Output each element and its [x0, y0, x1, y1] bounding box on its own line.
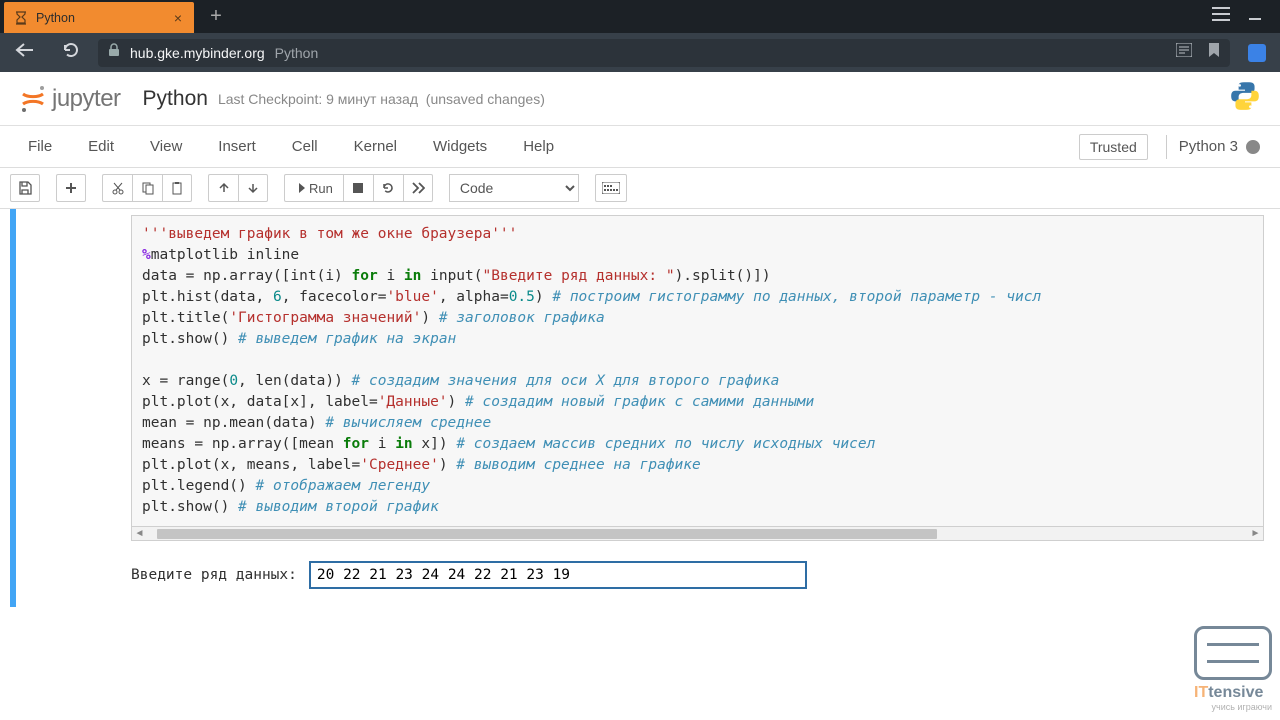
- restart-run-button[interactable]: [403, 174, 433, 202]
- url-field[interactable]: hub.gke.mybinder.orgPython: [98, 39, 1230, 67]
- paste-button[interactable]: [162, 174, 192, 202]
- scroll-left-icon[interactable]: ◄: [132, 527, 147, 541]
- code-editor[interactable]: '''выведем график в том же окне браузера…: [131, 215, 1264, 527]
- menu-edit[interactable]: Edit: [70, 130, 132, 163]
- browser-tab[interactable]: Python ×: [4, 2, 194, 33]
- lock-icon: [108, 43, 120, 62]
- minimize-icon[interactable]: [1248, 7, 1262, 26]
- menu-widgets[interactable]: Widgets: [415, 130, 505, 163]
- jupyter-logo-icon: [18, 84, 48, 114]
- code-cell[interactable]: '''выведем график в том же окне браузера…: [10, 209, 1270, 607]
- menu-icon[interactable]: [1212, 7, 1230, 26]
- kernel-indicator[interactable]: Python 3: [1166, 135, 1260, 159]
- trusted-badge[interactable]: Trusted: [1079, 134, 1148, 160]
- extension-badge[interactable]: [1248, 44, 1266, 62]
- restart-button[interactable]: [373, 174, 403, 202]
- new-tab-button[interactable]: +: [202, 3, 230, 31]
- menu-file[interactable]: File: [10, 130, 70, 163]
- jupyter-logo[interactable]: jupyter: [18, 84, 121, 114]
- menu-help[interactable]: Help: [505, 130, 572, 163]
- jupyter-header: jupyter Python Last Checkpoint: 9 минут …: [0, 72, 1280, 126]
- command-palette-button[interactable]: [595, 174, 627, 202]
- checkpoint-text: Last Checkpoint: 9 минут назад (unsaved …: [218, 91, 545, 107]
- python-logo-icon[interactable]: [1228, 79, 1262, 118]
- hourglass-icon: [14, 11, 28, 25]
- reload-icon[interactable]: [62, 41, 80, 64]
- stdin-input[interactable]: [309, 561, 807, 589]
- move-down-button[interactable]: [238, 174, 268, 202]
- watermark-chip-icon: [1194, 626, 1272, 680]
- cell-type-select[interactable]: Code: [449, 174, 579, 202]
- browser-url-bar: hub.gke.mybinder.orgPython: [0, 33, 1280, 72]
- interrupt-button[interactable]: [343, 174, 373, 202]
- menu-insert[interactable]: Insert: [200, 130, 274, 163]
- notebook-title[interactable]: Python: [143, 87, 208, 111]
- cell-prompt: [16, 215, 131, 589]
- bookmark-icon[interactable]: [1208, 42, 1220, 63]
- run-button[interactable]: Run: [284, 174, 343, 202]
- back-icon[interactable]: [14, 42, 34, 63]
- url-text: hub.gke.mybinder.orgPython: [130, 45, 318, 61]
- kernel-busy-icon: [1246, 140, 1260, 154]
- menu-view[interactable]: View: [132, 130, 200, 163]
- jupyter-menu-bar: File Edit View Insert Cell Kernel Widget…: [0, 126, 1280, 168]
- cut-button[interactable]: [102, 174, 132, 202]
- horizontal-scrollbar[interactable]: ◄ ►: [131, 527, 1264, 541]
- browser-tab-bar: Python × +: [0, 0, 1280, 33]
- watermark: ITtensive учись играючи: [1194, 626, 1272, 712]
- add-cell-button[interactable]: [56, 174, 86, 202]
- stdin-prompt: Введите ряд данных:: [131, 567, 309, 583]
- scroll-right-icon[interactable]: ►: [1248, 527, 1263, 541]
- save-button[interactable]: [10, 174, 40, 202]
- menu-cell[interactable]: Cell: [274, 130, 336, 163]
- close-icon[interactable]: ×: [170, 10, 186, 26]
- jupyter-toolbar: Run Code: [0, 168, 1280, 209]
- copy-button[interactable]: [132, 174, 162, 202]
- tab-title: Python: [36, 11, 170, 25]
- page-content: jupyter Python Last Checkpoint: 9 минут …: [0, 72, 1280, 720]
- notebook-area: '''выведем график в том же окне браузера…: [0, 209, 1280, 627]
- reader-icon[interactable]: [1176, 43, 1192, 62]
- menu-kernel[interactable]: Kernel: [336, 130, 415, 163]
- scroll-thumb[interactable]: [157, 529, 937, 539]
- stdin-row: Введите ряд данных:: [131, 561, 1264, 589]
- move-up-button[interactable]: [208, 174, 238, 202]
